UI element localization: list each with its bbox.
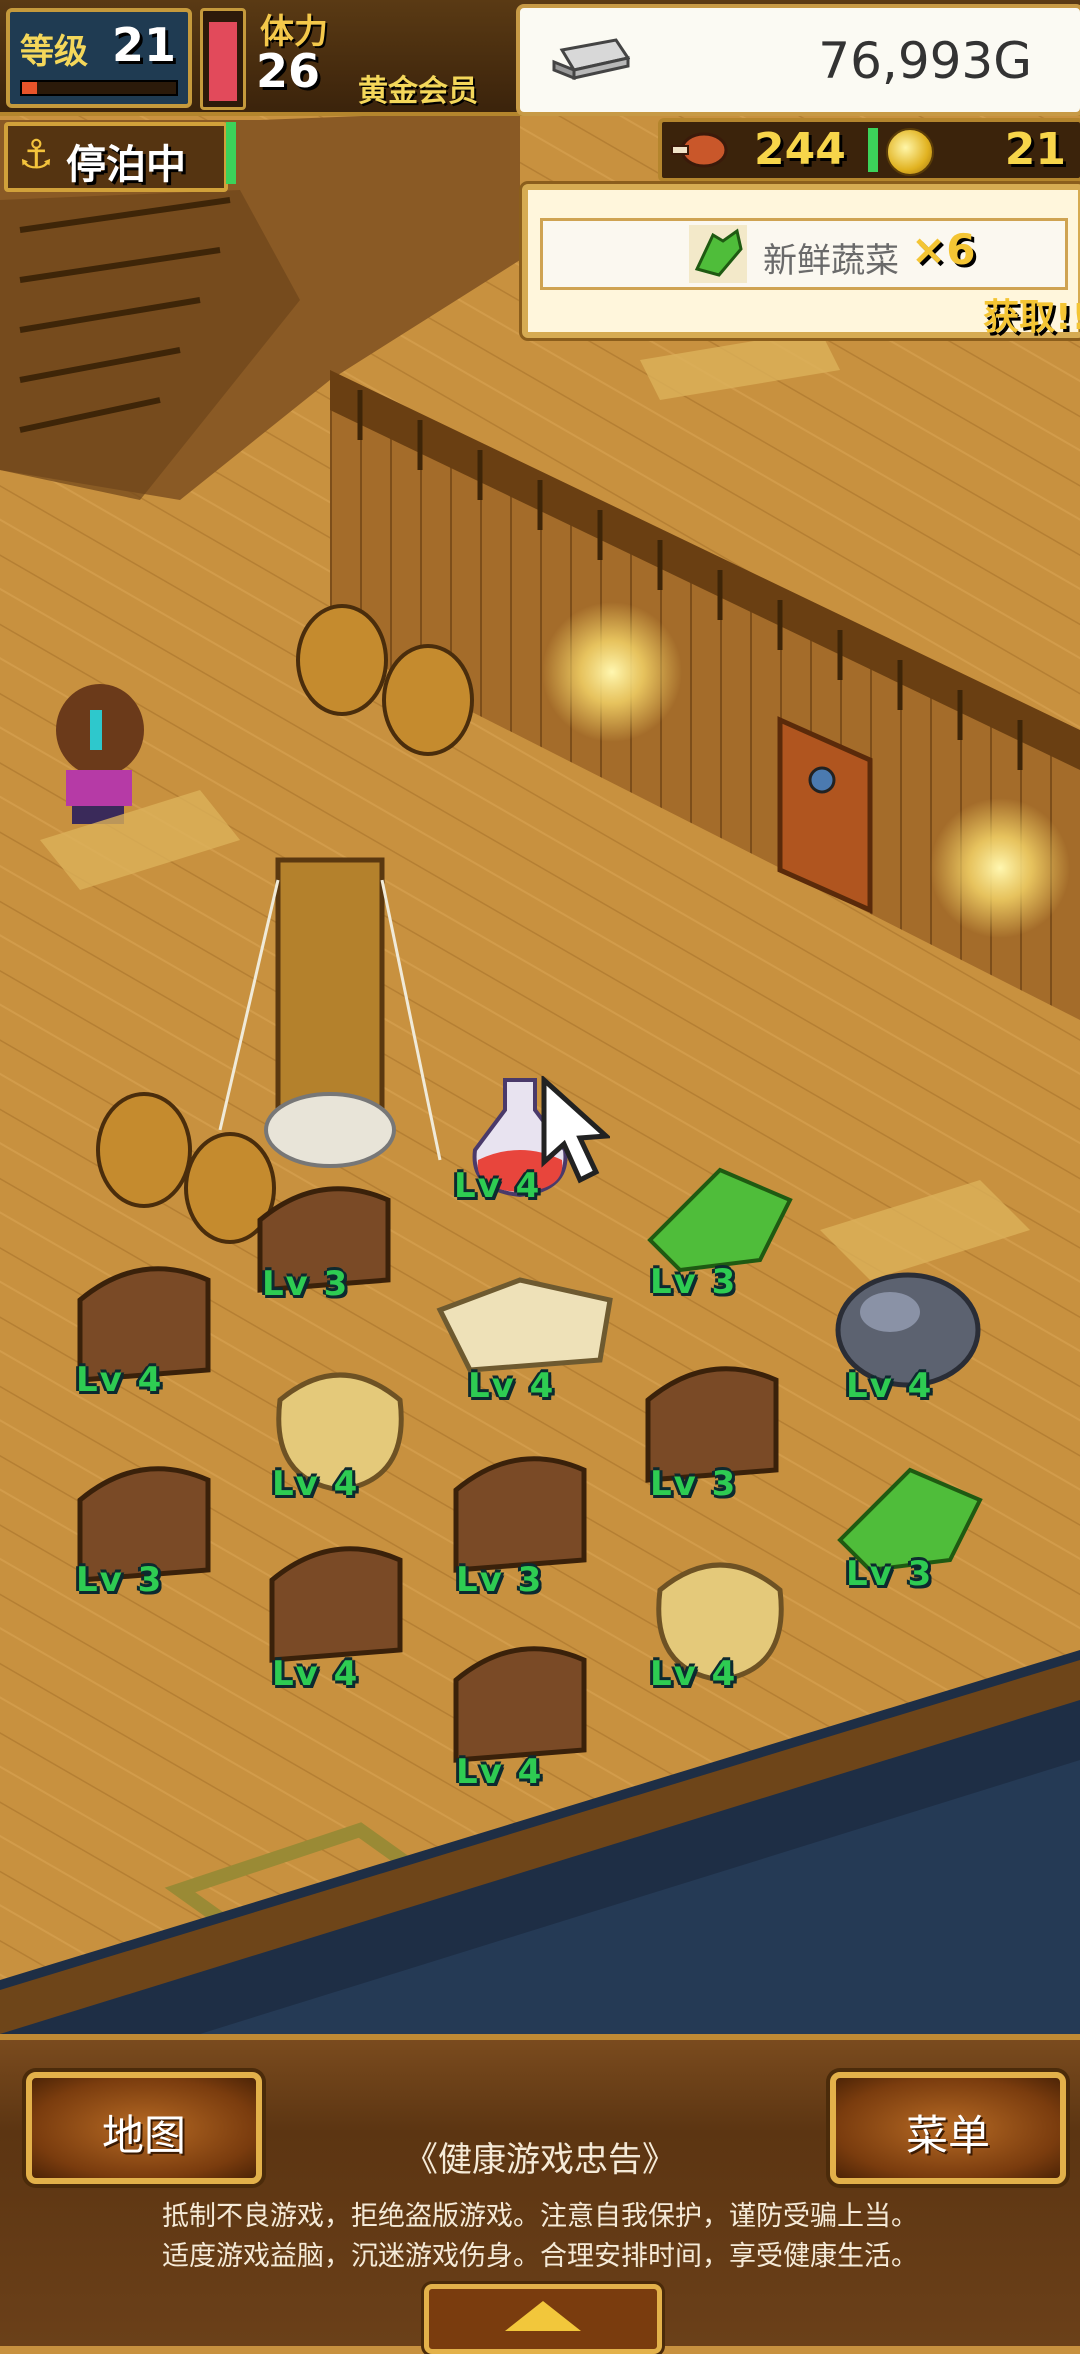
experience-bar [20, 80, 178, 96]
player-character [56, 684, 144, 824]
expand-button[interactable] [424, 2284, 662, 2354]
meat-icon [671, 132, 728, 168]
stamina-gauge [200, 8, 246, 110]
up-arrow-icon [505, 2301, 581, 2331]
item-level-badge[interactable]: Lv 4 [454, 1166, 541, 1206]
item-level-badge[interactable]: Lv 4 [468, 1366, 555, 1406]
level-panel: 等级 21 [6, 8, 192, 108]
item-level-badge[interactable]: Lv 4 [650, 1654, 737, 1694]
notification-body: 新鲜蔬菜 ×6 [540, 218, 1068, 290]
silver-ingot-icon [552, 38, 630, 80]
item-level-badge[interactable]: Lv 3 [262, 1264, 349, 1304]
member-badge[interactable]: 黄金会员 [358, 66, 478, 110]
item-level-badge[interactable]: Lv 3 [456, 1560, 543, 1600]
item-level-badge[interactable]: Lv 3 [650, 1262, 737, 1302]
notification-quantity: ×6 [911, 225, 976, 274]
level-value: 21 [112, 18, 177, 72]
item-level-badge[interactable]: Lv 3 [846, 1554, 933, 1594]
item-level-badge[interactable]: Lv 4 [456, 1752, 543, 1792]
gold-panel[interactable]: 76,993G [516, 4, 1080, 116]
health-notice-line: 适度游戏益脑，沉迷游戏伤身。合理安排时间，享受健康生活。 [162, 2241, 918, 2272]
pointer-cursor-icon [541, 1076, 610, 1184]
resource-panel: 244 21 [658, 118, 1080, 182]
bottom-panel: 地图 菜单 《健康游戏忠告》 抵制不良游戏，拒绝盗版游戏。注意自我保护，谨防受骗… [0, 2034, 1080, 2354]
health-notice-line: 抵制不良游戏，拒绝盗版游戏。注意自我保护，谨防受骗上当。 [162, 2201, 918, 2232]
anchor-icon: ⚓ [18, 132, 54, 178]
docked-label: 停泊中 [66, 142, 186, 188]
gold-value: 76,993G [818, 32, 1032, 90]
coin-icon [886, 128, 934, 176]
mast [275, 857, 385, 1123]
resource-divider [868, 128, 878, 172]
item-level-badge[interactable]: Lv 3 [76, 1560, 163, 1600]
item-level-badge[interactable]: Lv 4 [272, 1654, 359, 1694]
stamina-value: 26 [256, 44, 321, 98]
top-status-bar: 等级 21 体力 26 黄金会员 76,993G [0, 0, 1080, 116]
lamp-glow [930, 798, 1070, 938]
food-value: 244 [754, 124, 846, 175]
health-notice-title: 《健康游戏忠告》 [404, 2140, 676, 2180]
docked-status-button[interactable]: ⚓ 停泊中 [4, 122, 228, 192]
vegetable-icon [689, 225, 747, 283]
lamp-glow [542, 602, 682, 742]
item-obtained-notification[interactable]: 新鲜蔬菜 ×6 获取!! [522, 184, 1080, 338]
item-level-badge[interactable]: Lv 3 [650, 1464, 737, 1504]
item-level-badge[interactable]: Lv 4 [846, 1366, 933, 1406]
notification-item-name: 新鲜蔬菜 [763, 241, 899, 281]
level-label: 等级 [20, 32, 88, 72]
coin-value: 21 [1004, 124, 1066, 175]
item-level-badge[interactable]: Lv 4 [272, 1464, 359, 1504]
status-indicator [226, 122, 236, 184]
item-level-badge[interactable]: Lv 4 [76, 1360, 163, 1400]
notification-claim-label: 获取!! [983, 297, 1080, 338]
